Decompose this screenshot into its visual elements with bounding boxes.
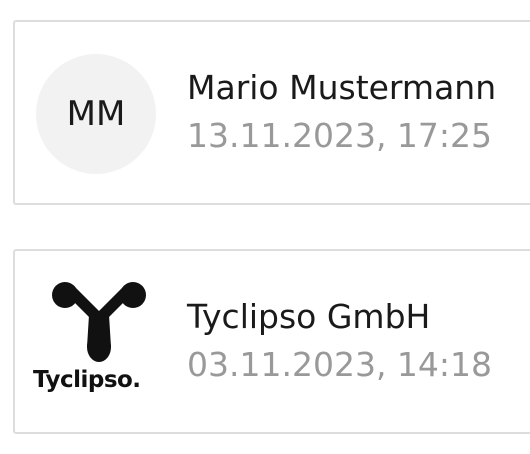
avatar-initials: MM [66,94,126,134]
contact-card-mario-mustermann[interactable]: MM Mario Mustermann 13.11.2023, 17:25 [13,20,530,205]
contact-timestamp: 13.11.2023, 17:25 [187,116,493,155]
avatar: MM [36,54,156,174]
logo-wordmark: Tyclipso. [33,367,141,393]
contact-name: Mario Mustermann [187,68,497,107]
contact-card-tyclipso-gmbh[interactable]: Tyclipso. Tyclipso GmbH 03.11.2023, 14:1… [13,249,530,434]
company-logo: Tyclipso. [33,281,159,403]
contact-timestamp: 03.11.2023, 14:18 [187,345,493,384]
tyclipso-logo-icon [52,282,146,362]
contact-name: Tyclipso GmbH [187,297,431,336]
